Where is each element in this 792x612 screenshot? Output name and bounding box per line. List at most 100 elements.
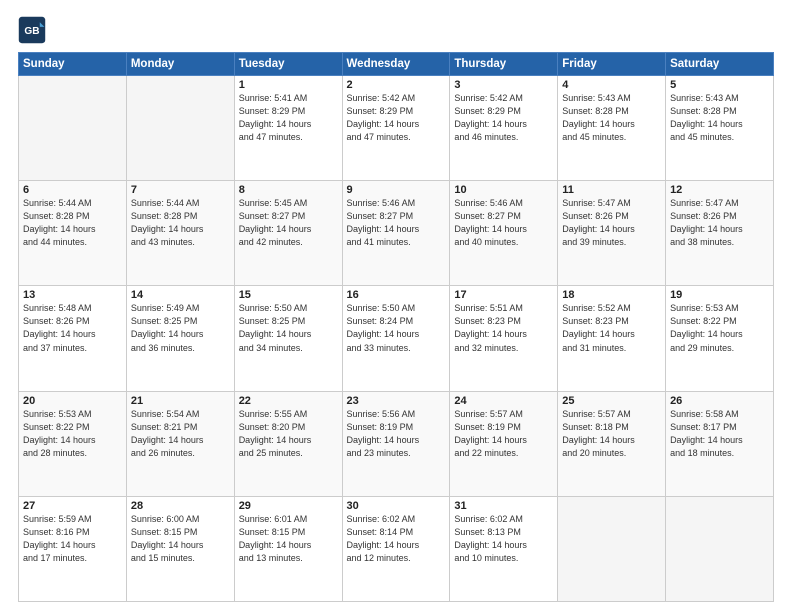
- day-info: Sunrise: 6:01 AMSunset: 8:15 PMDaylight:…: [239, 513, 338, 565]
- calendar: SundayMondayTuesdayWednesdayThursdayFrid…: [18, 52, 774, 602]
- weekday-header: Thursday: [450, 53, 558, 76]
- day-number: 8: [239, 184, 338, 196]
- day-number: 7: [131, 184, 230, 196]
- day-number: 12: [670, 184, 769, 196]
- day-number: 10: [454, 184, 553, 196]
- calendar-cell: 11Sunrise: 5:47 AMSunset: 8:26 PMDayligh…: [558, 181, 666, 286]
- calendar-cell: 17Sunrise: 5:51 AMSunset: 8:23 PMDayligh…: [450, 286, 558, 391]
- weekday-header: Sunday: [19, 53, 127, 76]
- day-info: Sunrise: 5:43 AMSunset: 8:28 PMDaylight:…: [670, 92, 769, 144]
- day-number: 6: [23, 184, 122, 196]
- calendar-cell: [558, 496, 666, 601]
- day-number: 28: [131, 500, 230, 512]
- day-number: 18: [562, 289, 661, 301]
- day-info: Sunrise: 5:48 AMSunset: 8:26 PMDaylight:…: [23, 302, 122, 354]
- calendar-cell: 6Sunrise: 5:44 AMSunset: 8:28 PMDaylight…: [19, 181, 127, 286]
- calendar-cell: [126, 76, 234, 181]
- day-info: Sunrise: 5:54 AMSunset: 8:21 PMDaylight:…: [131, 408, 230, 460]
- calendar-cell: 23Sunrise: 5:56 AMSunset: 8:19 PMDayligh…: [342, 391, 450, 496]
- calendar-cell: 13Sunrise: 5:48 AMSunset: 8:26 PMDayligh…: [19, 286, 127, 391]
- day-info: Sunrise: 6:00 AMSunset: 8:15 PMDaylight:…: [131, 513, 230, 565]
- calendar-cell: 8Sunrise: 5:45 AMSunset: 8:27 PMDaylight…: [234, 181, 342, 286]
- day-number: 2: [347, 79, 446, 91]
- day-info: Sunrise: 5:44 AMSunset: 8:28 PMDaylight:…: [131, 197, 230, 249]
- day-number: 5: [670, 79, 769, 91]
- day-info: Sunrise: 5:50 AMSunset: 8:25 PMDaylight:…: [239, 302, 338, 354]
- day-info: Sunrise: 5:42 AMSunset: 8:29 PMDaylight:…: [347, 92, 446, 144]
- calendar-cell: 3Sunrise: 5:42 AMSunset: 8:29 PMDaylight…: [450, 76, 558, 181]
- day-number: 25: [562, 395, 661, 407]
- day-number: 4: [562, 79, 661, 91]
- day-info: Sunrise: 5:45 AMSunset: 8:27 PMDaylight:…: [239, 197, 338, 249]
- day-info: Sunrise: 5:44 AMSunset: 8:28 PMDaylight:…: [23, 197, 122, 249]
- calendar-cell: 2Sunrise: 5:42 AMSunset: 8:29 PMDaylight…: [342, 76, 450, 181]
- day-info: Sunrise: 5:47 AMSunset: 8:26 PMDaylight:…: [562, 197, 661, 249]
- weekday-header: Wednesday: [342, 53, 450, 76]
- weekday-header: Friday: [558, 53, 666, 76]
- weekday-header: Saturday: [666, 53, 774, 76]
- day-info: Sunrise: 5:47 AMSunset: 8:26 PMDaylight:…: [670, 197, 769, 249]
- calendar-cell: [666, 496, 774, 601]
- day-info: Sunrise: 5:42 AMSunset: 8:29 PMDaylight:…: [454, 92, 553, 144]
- day-info: Sunrise: 5:57 AMSunset: 8:18 PMDaylight:…: [562, 408, 661, 460]
- day-info: Sunrise: 5:46 AMSunset: 8:27 PMDaylight:…: [454, 197, 553, 249]
- day-number: 30: [347, 500, 446, 512]
- calendar-cell: 24Sunrise: 5:57 AMSunset: 8:19 PMDayligh…: [450, 391, 558, 496]
- calendar-cell: 30Sunrise: 6:02 AMSunset: 8:14 PMDayligh…: [342, 496, 450, 601]
- day-number: 29: [239, 500, 338, 512]
- day-info: Sunrise: 5:57 AMSunset: 8:19 PMDaylight:…: [454, 408, 553, 460]
- day-info: Sunrise: 5:56 AMSunset: 8:19 PMDaylight:…: [347, 408, 446, 460]
- calendar-cell: 21Sunrise: 5:54 AMSunset: 8:21 PMDayligh…: [126, 391, 234, 496]
- day-number: 17: [454, 289, 553, 301]
- day-info: Sunrise: 5:49 AMSunset: 8:25 PMDaylight:…: [131, 302, 230, 354]
- day-info: Sunrise: 5:53 AMSunset: 8:22 PMDaylight:…: [23, 408, 122, 460]
- day-number: 14: [131, 289, 230, 301]
- calendar-cell: 25Sunrise: 5:57 AMSunset: 8:18 PMDayligh…: [558, 391, 666, 496]
- day-number: 19: [670, 289, 769, 301]
- day-number: 13: [23, 289, 122, 301]
- day-number: 1: [239, 79, 338, 91]
- day-info: Sunrise: 5:41 AMSunset: 8:29 PMDaylight:…: [239, 92, 338, 144]
- calendar-cell: 4Sunrise: 5:43 AMSunset: 8:28 PMDaylight…: [558, 76, 666, 181]
- svg-text:GB: GB: [24, 26, 39, 37]
- calendar-cell: 12Sunrise: 5:47 AMSunset: 8:26 PMDayligh…: [666, 181, 774, 286]
- day-number: 23: [347, 395, 446, 407]
- day-number: 26: [670, 395, 769, 407]
- calendar-cell: 29Sunrise: 6:01 AMSunset: 8:15 PMDayligh…: [234, 496, 342, 601]
- day-info: Sunrise: 6:02 AMSunset: 8:14 PMDaylight:…: [347, 513, 446, 565]
- logo: GB: [18, 16, 48, 44]
- day-info: Sunrise: 6:02 AMSunset: 8:13 PMDaylight:…: [454, 513, 553, 565]
- day-number: 27: [23, 500, 122, 512]
- day-number: 9: [347, 184, 446, 196]
- day-info: Sunrise: 5:43 AMSunset: 8:28 PMDaylight:…: [562, 92, 661, 144]
- day-number: 24: [454, 395, 553, 407]
- day-number: 21: [131, 395, 230, 407]
- weekday-header: Tuesday: [234, 53, 342, 76]
- day-info: Sunrise: 5:53 AMSunset: 8:22 PMDaylight:…: [670, 302, 769, 354]
- calendar-cell: 31Sunrise: 6:02 AMSunset: 8:13 PMDayligh…: [450, 496, 558, 601]
- calendar-cell: 9Sunrise: 5:46 AMSunset: 8:27 PMDaylight…: [342, 181, 450, 286]
- page: GB SundayMondayTuesdayWednesdayThursdayF…: [0, 0, 792, 612]
- day-number: 3: [454, 79, 553, 91]
- calendar-cell: 10Sunrise: 5:46 AMSunset: 8:27 PMDayligh…: [450, 181, 558, 286]
- calendar-cell: 5Sunrise: 5:43 AMSunset: 8:28 PMDaylight…: [666, 76, 774, 181]
- calendar-cell: [19, 76, 127, 181]
- day-number: 11: [562, 184, 661, 196]
- logo-icon: GB: [18, 16, 46, 44]
- calendar-cell: 16Sunrise: 5:50 AMSunset: 8:24 PMDayligh…: [342, 286, 450, 391]
- calendar-cell: 18Sunrise: 5:52 AMSunset: 8:23 PMDayligh…: [558, 286, 666, 391]
- calendar-cell: 7Sunrise: 5:44 AMSunset: 8:28 PMDaylight…: [126, 181, 234, 286]
- day-number: 15: [239, 289, 338, 301]
- day-info: Sunrise: 5:52 AMSunset: 8:23 PMDaylight:…: [562, 302, 661, 354]
- day-number: 20: [23, 395, 122, 407]
- weekday-header: Monday: [126, 53, 234, 76]
- day-number: 16: [347, 289, 446, 301]
- day-number: 31: [454, 500, 553, 512]
- calendar-cell: 19Sunrise: 5:53 AMSunset: 8:22 PMDayligh…: [666, 286, 774, 391]
- day-number: 22: [239, 395, 338, 407]
- calendar-cell: 27Sunrise: 5:59 AMSunset: 8:16 PMDayligh…: [19, 496, 127, 601]
- calendar-cell: 15Sunrise: 5:50 AMSunset: 8:25 PMDayligh…: [234, 286, 342, 391]
- day-info: Sunrise: 5:51 AMSunset: 8:23 PMDaylight:…: [454, 302, 553, 354]
- day-info: Sunrise: 5:50 AMSunset: 8:24 PMDaylight:…: [347, 302, 446, 354]
- header: GB: [18, 16, 774, 44]
